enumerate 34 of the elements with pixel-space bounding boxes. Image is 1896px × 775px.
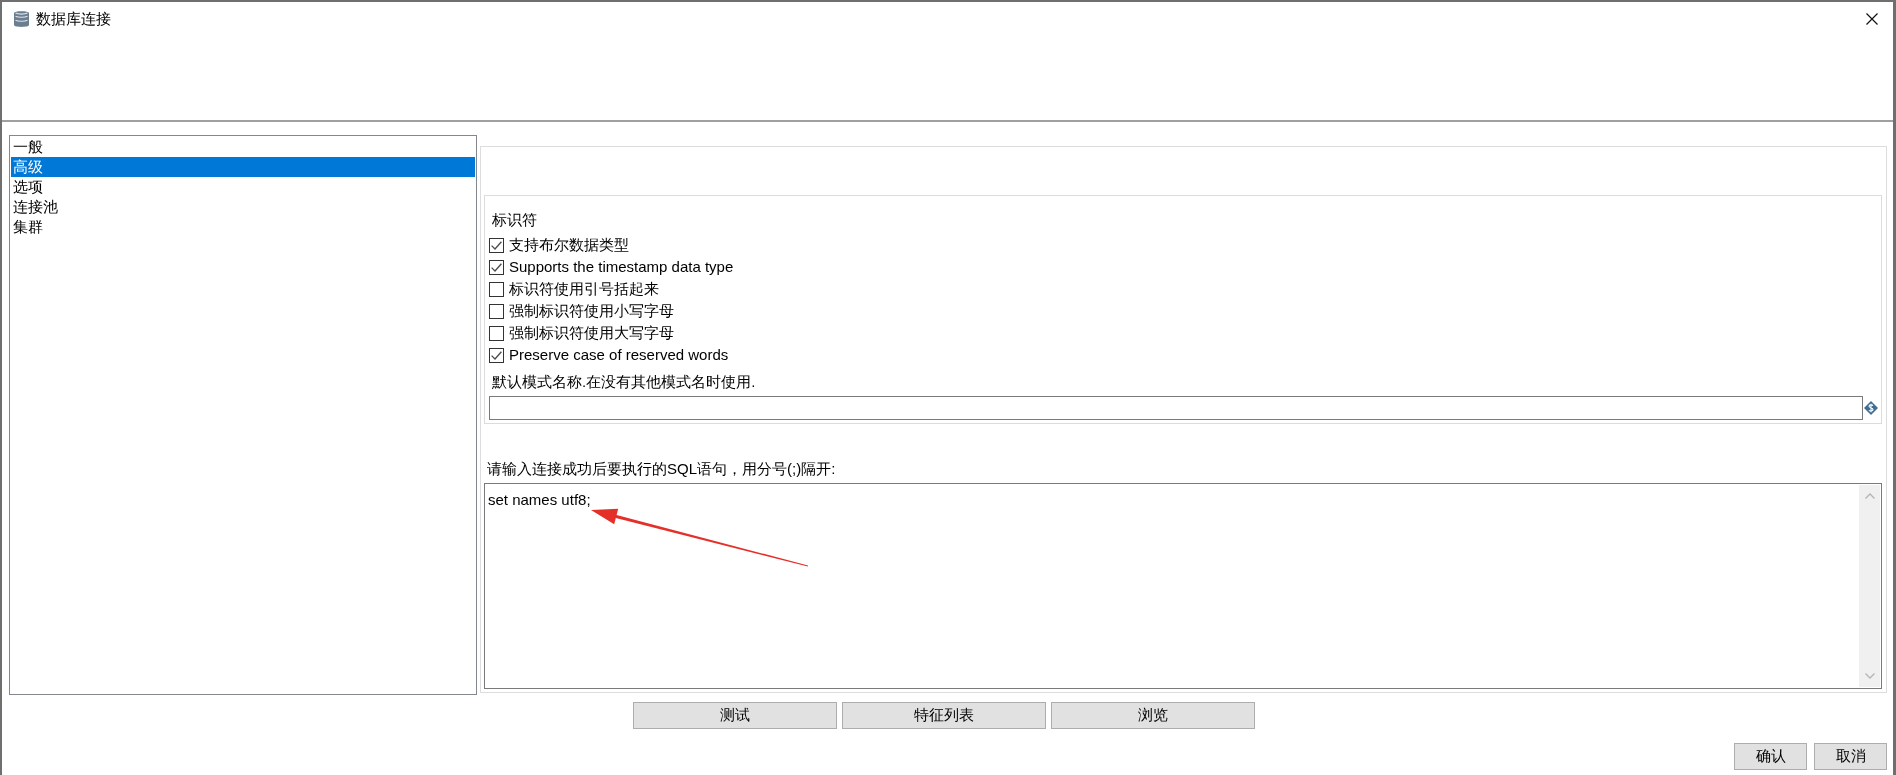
checkbox-label: 强制标识符使用小写字母 xyxy=(509,301,674,321)
checkbox[interactable] xyxy=(489,281,504,297)
sidebar-item[interactable]: 集群 xyxy=(11,217,475,237)
sidebar-item[interactable]: 高级 xyxy=(11,157,475,177)
dollar-diamond-icon[interactable] xyxy=(1864,401,1878,415)
database-icon xyxy=(14,10,29,28)
action-button[interactable]: 浏览 xyxy=(1051,702,1255,729)
group-title: 标识符 xyxy=(492,210,537,230)
close-icon[interactable] xyxy=(1866,13,1878,25)
checkbox[interactable] xyxy=(489,259,504,275)
sidebar-item[interactable]: 一般 xyxy=(11,137,475,157)
field-label: 默认模式名称.在没有其他模式名时使用. xyxy=(492,372,756,392)
checkbox-label: 标识符使用引号括起来 xyxy=(509,279,659,299)
checkmark-icon xyxy=(491,240,502,250)
schema-input-field[interactable] xyxy=(489,396,1863,420)
checkbox[interactable] xyxy=(489,347,504,363)
checkmark-icon xyxy=(491,262,502,272)
sidebar-item[interactable]: 选项 xyxy=(11,177,475,197)
action-button[interactable]: 特征列表 xyxy=(842,702,1046,729)
checkbox-label: Preserve case of reserved words xyxy=(509,345,729,365)
checkmark-icon xyxy=(491,350,502,360)
sidebar-item[interactable]: 连接池 xyxy=(11,197,475,217)
dialog-button[interactable]: 确认 xyxy=(1734,743,1807,770)
window-title: 数据库连接 xyxy=(36,10,111,28)
checkbox-label: 强制标识符使用大写字母 xyxy=(509,323,674,343)
sql-text-area[interactable]: set names utf8; xyxy=(484,483,1882,689)
field-label: 请输入连接成功后要执行的SQL语句，用分号(;)隔开: xyxy=(487,459,836,479)
checkbox[interactable] xyxy=(489,303,504,319)
dialog-button[interactable]: 取消 xyxy=(1814,743,1887,770)
checkbox[interactable] xyxy=(489,237,504,253)
checkbox-label: 支持布尔数据类型 xyxy=(509,235,629,255)
action-button[interactable]: 测试 xyxy=(633,702,837,729)
checkbox[interactable] xyxy=(489,325,504,341)
checkbox-label: Supports the timestamp data type xyxy=(509,257,734,277)
